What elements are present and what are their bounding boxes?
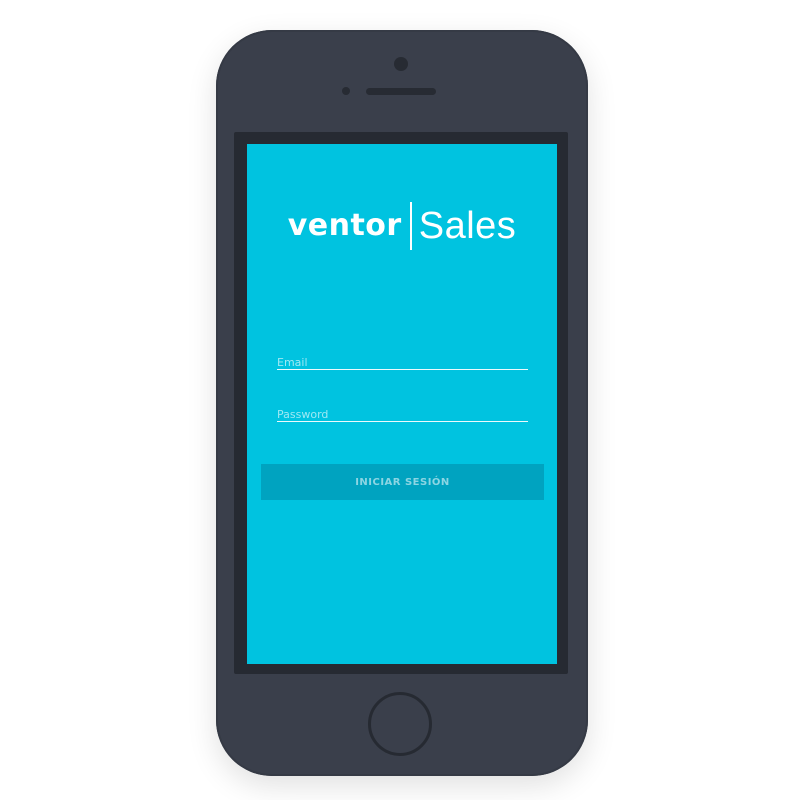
- password-input[interactable]: [277, 405, 528, 424]
- login-screen: ventor Sales INICIAR SESIÓN: [247, 144, 557, 664]
- camera-icon: [394, 57, 408, 71]
- logo-ventor-text: ventor: [287, 208, 402, 243]
- app-logo: ventor Sales: [247, 199, 557, 253]
- home-button-icon[interactable]: [368, 692, 432, 756]
- email-field[interactable]: [277, 351, 528, 372]
- stage: ventor Sales INICIAR SESIÓN: [0, 0, 800, 800]
- screen-bezel: ventor Sales INICIAR SESIÓN: [234, 132, 568, 674]
- login-button[interactable]: INICIAR SESIÓN: [261, 464, 544, 500]
- logo-divider: [409, 202, 412, 250]
- email-input[interactable]: [277, 353, 528, 372]
- logo-sales-text: Sales: [418, 205, 517, 247]
- phone-device-frame: ventor Sales INICIAR SESIÓN: [216, 30, 588, 776]
- speaker-icon: [366, 88, 436, 95]
- password-field[interactable]: [277, 403, 528, 424]
- proximity-sensor-icon: [342, 87, 350, 95]
